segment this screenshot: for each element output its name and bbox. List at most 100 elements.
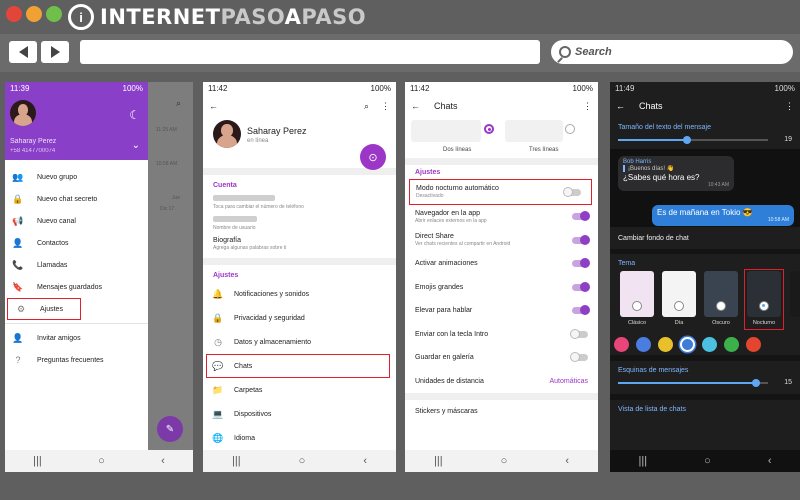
- menu-ajustes[interactable]: ⚙ Ajustes: [7, 298, 81, 320]
- android-nav-bar: ||| ○ ‹: [405, 450, 598, 472]
- avatar[interactable]: [10, 100, 36, 126]
- back-arrow-icon[interactable]: ←: [616, 101, 625, 111]
- settings-chats[interactable]: 💬 Chats: [206, 354, 390, 378]
- toggle-row[interactable]: Emojis grandes: [405, 276, 598, 300]
- back-icon[interactable]: ‹: [565, 455, 569, 467]
- back-arrow-icon[interactable]: ←: [411, 101, 420, 111]
- bio-row[interactable]: Biografía Agrega algunas palabras sobre t…: [203, 234, 396, 254]
- accent-color-swatch[interactable]: [680, 336, 695, 352]
- theme-more[interactable]: [790, 271, 800, 317]
- settings-privacidad[interactable]: 🔒 Privacidad y seguridad: [203, 306, 396, 330]
- slider-thumb[interactable]: [683, 136, 691, 144]
- stickers-row[interactable]: Stickers y máscaras: [405, 400, 598, 424]
- toggle-switch[interactable]: [570, 352, 588, 363]
- toggle-row[interactable]: Guardar en galería: [405, 346, 598, 370]
- home-icon[interactable]: ○: [98, 455, 105, 467]
- menu-nuevo-grupo[interactable]: 👥 Nuevo grupo: [5, 166, 148, 188]
- radio-three-lines[interactable]: [565, 124, 575, 134]
- menu-contactos[interactable]: 👤 Contactos: [5, 232, 148, 254]
- preview-two-lines[interactable]: [411, 120, 481, 142]
- settings-dispositivos[interactable]: 💻 Dispositivos: [203, 402, 396, 426]
- drawer-scrim[interactable]: ⌕ 11:25 AM 10:58 AM Jue Dic 17: [148, 82, 193, 472]
- corners-slider[interactable]: 15: [618, 376, 792, 390]
- toggle-switch[interactable]: [572, 305, 590, 316]
- settings-idioma[interactable]: 🌐 Idioma: [203, 426, 396, 450]
- close-window-button[interactable]: [6, 6, 22, 22]
- settings-notificaciones[interactable]: 🔔 Notificaciones y sonidos: [203, 282, 396, 306]
- preview-three-lines[interactable]: [505, 120, 563, 142]
- radio-two-lines[interactable]: [484, 124, 494, 134]
- chevron-down-icon[interactable]: ⌄: [132, 140, 140, 151]
- accent-color-swatch[interactable]: [702, 336, 717, 352]
- toggle-row[interactable]: Activar animaciones: [405, 252, 598, 276]
- menu-mensajes-guardados[interactable]: 🔖 Mensajes guardados: [5, 276, 148, 298]
- more-vert-icon[interactable]: ⋮: [381, 101, 390, 112]
- back-icon[interactable]: ‹: [363, 455, 367, 467]
- slider-thumb[interactable]: [752, 379, 760, 387]
- recents-icon[interactable]: |||: [232, 455, 241, 467]
- accent-color-swatch[interactable]: [614, 336, 629, 352]
- more-vert-icon[interactable]: ⋮: [785, 101, 794, 112]
- settings-carpetas[interactable]: 📁 Carpetas: [203, 378, 396, 402]
- recents-icon[interactable]: |||: [33, 455, 42, 467]
- menu-nuevo-chat-secreto[interactable]: 🔒 Nuevo chat secreto: [5, 188, 148, 210]
- home-icon[interactable]: ○: [299, 455, 306, 467]
- back-icon[interactable]: ‹: [768, 455, 772, 467]
- menu-preguntas-frecuentes[interactable]: ? Preguntas frecuentes: [5, 349, 148, 371]
- toggle-switch[interactable]: [572, 211, 590, 222]
- distance-units-row[interactable]: Unidades de distancia Automáticas: [405, 370, 598, 394]
- avatar[interactable]: [213, 120, 241, 148]
- minimize-window-button[interactable]: [26, 6, 42, 22]
- more-vert-icon[interactable]: ⋮: [583, 101, 592, 112]
- username-row[interactable]: Nombre de usuario: [203, 213, 396, 234]
- search-input[interactable]: Search: [551, 40, 793, 64]
- toggle-row[interactable]: Enviar con la tecla Intro: [405, 323, 598, 347]
- maximize-window-button[interactable]: [46, 6, 62, 22]
- drawer-user-name: Saharay Perez: [10, 138, 57, 145]
- accent-color-swatch[interactable]: [636, 336, 651, 352]
- toggle-switch[interactable]: [572, 234, 590, 245]
- toggle-row[interactable]: Elevar para hablar: [405, 299, 598, 323]
- incoming-message: Bob Harris ¡Buenos días! 👋 ¿Sabes qué ho…: [618, 156, 734, 191]
- section-ajustes: Ajustes: [213, 272, 239, 279]
- toggle-night-mode-row[interactable]: Modo nocturno automático Desactivado: [409, 179, 592, 205]
- theme-dia[interactable]: [662, 271, 696, 317]
- menu-invitar-amigos[interactable]: 👤 Invitar amigos: [5, 327, 148, 349]
- theme-clasico[interactable]: [620, 271, 654, 317]
- forward-button[interactable]: [41, 41, 69, 63]
- settings-datos[interactable]: ◷ Datos y almacenamiento: [203, 330, 396, 354]
- night-mode-toggle[interactable]: [563, 186, 581, 197]
- accent-color-swatch[interactable]: [658, 336, 673, 352]
- change-background-row[interactable]: Cambiar fondo de chat: [610, 227, 800, 249]
- corners-value: 15: [784, 379, 792, 386]
- phone-number-row[interactable]: Toca para cambiar el número de teléfono: [203, 192, 396, 213]
- search-icon[interactable]: ⌕: [176, 98, 181, 109]
- home-icon[interactable]: ○: [501, 455, 508, 467]
- address-bar[interactable]: [80, 40, 540, 64]
- recents-icon[interactable]: |||: [639, 455, 648, 467]
- back-arrow-icon[interactable]: ←: [209, 101, 218, 111]
- menu-nuevo-canal[interactable]: 📢 Nuevo canal: [5, 210, 148, 232]
- search-icon[interactable]: ⌕: [364, 101, 369, 112]
- home-icon[interactable]: ○: [704, 455, 711, 467]
- text-size-slider[interactable]: 19: [618, 133, 792, 147]
- toggle-row[interactable]: Navegador en la app Abrir enlaces externo…: [405, 205, 598, 229]
- accent-color-swatch[interactable]: [724, 336, 739, 352]
- toggle-switch[interactable]: [572, 281, 590, 292]
- compose-fab[interactable]: ✎: [157, 416, 183, 442]
- profile-status: en línea: [247, 138, 269, 144]
- toggle-row[interactable]: Direct Share Ver chats recientes al compa…: [405, 229, 598, 253]
- back-button[interactable]: [9, 41, 37, 63]
- set-photo-button[interactable]: ⊙: [360, 144, 386, 170]
- moon-icon[interactable]: ☾: [129, 108, 140, 122]
- theme-oscuro[interactable]: [704, 271, 738, 317]
- app-bar: ← Chats ⋮: [405, 94, 598, 118]
- back-icon[interactable]: ‹: [161, 455, 165, 467]
- menu-llamadas[interactable]: 📞 Llamadas: [5, 254, 148, 276]
- group-icon: 👥: [12, 171, 24, 182]
- recents-icon[interactable]: |||: [434, 455, 443, 467]
- chat-time: Dic 17: [160, 206, 175, 212]
- accent-color-swatch[interactable]: [746, 336, 761, 352]
- toggle-switch[interactable]: [570, 328, 588, 339]
- toggle-switch[interactable]: [572, 258, 590, 269]
